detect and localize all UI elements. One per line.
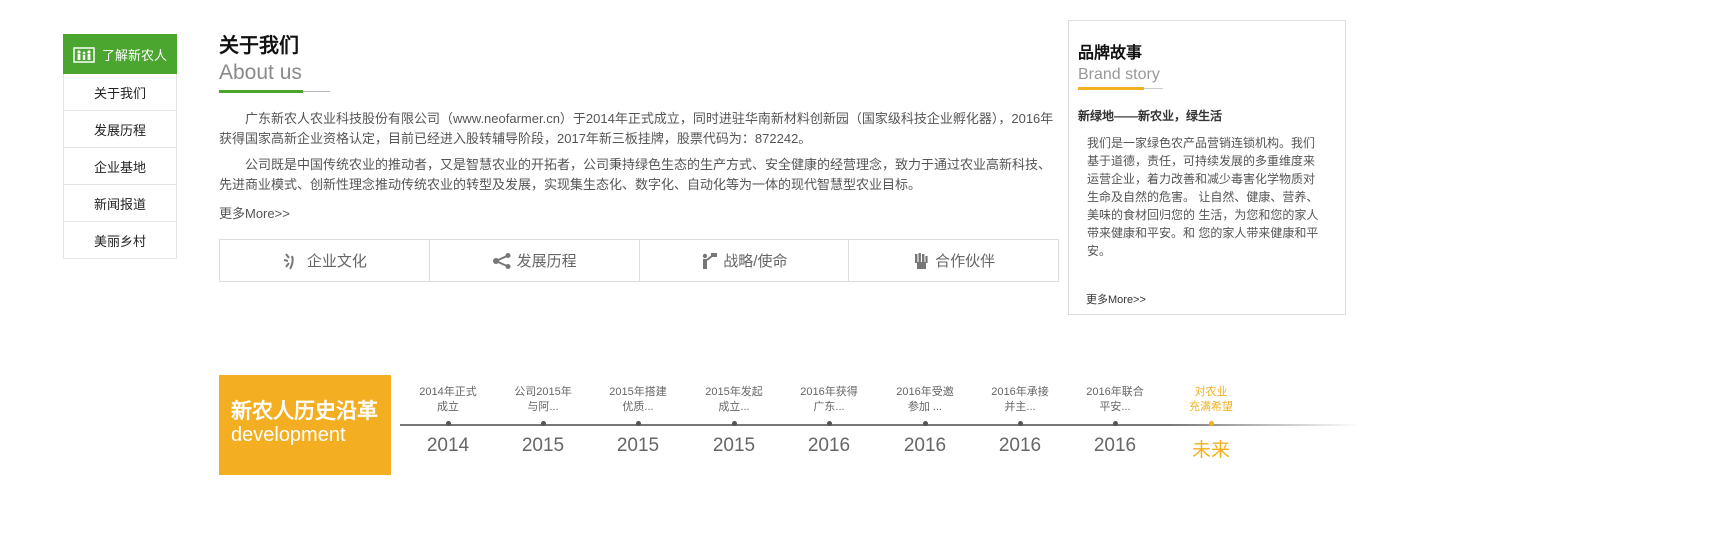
tab-strategy-label: 战略/使命 bbox=[723, 253, 788, 270]
tab-partners-label: 合作伙伴 bbox=[935, 253, 996, 270]
history-title: 新农人历史沿革 bbox=[231, 400, 378, 423]
share-icon bbox=[492, 252, 511, 269]
timeline-year: 2016 bbox=[807, 435, 851, 456]
family-icon bbox=[73, 47, 95, 63]
timeline-dot bbox=[1112, 421, 1118, 426]
timeline-text: 2016年受邀 bbox=[896, 386, 954, 398]
timeline-text: 广东... bbox=[813, 401, 845, 413]
about-more-link[interactable]: 更多More>> bbox=[219, 203, 290, 222]
timeline-item[interactable]: 2015年搭建 优质... 2015 bbox=[590, 385, 686, 457]
timeline-text: 2015年发起 bbox=[705, 386, 763, 398]
about-tabs: 企业文化 发展历程 战略/使命 合作伙伴 bbox=[219, 239, 1059, 282]
hand-icon bbox=[915, 252, 928, 269]
timeline-text: 对农业 bbox=[1194, 386, 1228, 398]
sidebar-item-news[interactable]: 新闻报道 bbox=[63, 185, 177, 222]
timeline-item[interactable]: 公司2015年 与阿... 2015 bbox=[495, 385, 591, 457]
timeline-text: 平安... bbox=[1099, 401, 1131, 413]
timeline-dot bbox=[1017, 421, 1023, 426]
sidebar-nav: 了解新农人 关于我们 发展历程 企业基地 新闻报道 美丽乡村 bbox=[63, 34, 177, 259]
timeline-text: 2014年正式 bbox=[419, 386, 477, 398]
sparkle-icon bbox=[283, 252, 294, 269]
timeline-text: 2016年承接 bbox=[991, 386, 1049, 398]
brand-story-card: 品牌故事 Brand story 新绿地——新农业，绿生活 我们是一家绿色农产品… bbox=[1068, 20, 1346, 315]
brand-slogan: 新绿地——新农业，绿生活 bbox=[1078, 109, 1223, 123]
about-paragraph-1: 广东新农人农业科技股份有限公司（www.neofarmer.cn）于2014年正… bbox=[219, 111, 1054, 146]
timeline-text: 2016年获得 bbox=[800, 386, 858, 398]
timeline-text: 与阿... bbox=[527, 401, 559, 413]
presenter-icon bbox=[703, 252, 718, 269]
timeline-dot bbox=[731, 421, 737, 426]
sidebar-header[interactable]: 了解新农人 bbox=[63, 34, 177, 74]
timeline-text: 成立 bbox=[437, 401, 459, 413]
timeline-year: 2015 bbox=[521, 435, 565, 456]
sidebar-item-village[interactable]: 美丽乡村 bbox=[63, 222, 177, 259]
timeline-item[interactable]: 2016年承接 并主... 2016 bbox=[972, 385, 1068, 457]
timeline-year: 2015 bbox=[712, 435, 756, 456]
brand-divider bbox=[1078, 87, 1163, 90]
timeline-year: 2016 bbox=[998, 435, 1042, 456]
timeline-text: 2015年搭建 bbox=[609, 386, 667, 398]
tab-culture[interactable]: 企业文化 bbox=[220, 240, 430, 281]
timeline-dot bbox=[445, 421, 451, 426]
sidebar-item-about[interactable]: 关于我们 bbox=[63, 74, 177, 111]
brand-subtitle: Brand story bbox=[1078, 66, 1160, 83]
sidebar-item-history[interactable]: 发展历程 bbox=[63, 111, 177, 148]
timeline-text: 成立... bbox=[718, 401, 750, 413]
timeline-text: 公司2015年 bbox=[514, 386, 572, 398]
tab-partners[interactable]: 合作伙伴 bbox=[849, 240, 1058, 281]
timeline-text: 优质... bbox=[622, 401, 654, 413]
timeline-item[interactable]: 2016年联合 平安... 2016 bbox=[1067, 385, 1163, 457]
timeline-year: 2015 bbox=[616, 435, 660, 456]
timeline-item[interactable]: 2015年发起 成立... 2015 bbox=[686, 385, 782, 457]
timeline-year: 2016 bbox=[903, 435, 947, 456]
tab-strategy[interactable]: 战略/使命 bbox=[640, 240, 850, 281]
sidebar-item-base[interactable]: 企业基地 bbox=[63, 148, 177, 185]
timeline-text: 2016年联合 bbox=[1086, 386, 1144, 398]
tab-culture-label: 企业文化 bbox=[306, 253, 367, 270]
tab-history-label: 发展历程 bbox=[516, 253, 577, 270]
timeline-year: 2016 bbox=[1093, 435, 1137, 456]
brand-text: 我们是一家绿色农产品营销连锁机构。我们 基于道德，责任，可持续发展的多重维度来 … bbox=[1087, 136, 1319, 258]
brand-more-link[interactable]: 更多More>> bbox=[1086, 291, 1146, 307]
timeline-dot bbox=[922, 421, 928, 426]
timeline-dot bbox=[1208, 421, 1214, 426]
timeline-dot bbox=[826, 421, 832, 426]
about-paragraph-2: 公司既是中国传统农业的推动者，又是智慧农业的开拓者，公司秉持绿色生态的生产方式、… bbox=[219, 157, 1052, 192]
timeline-year: 未来 bbox=[1191, 440, 1230, 461]
timeline-dot bbox=[635, 421, 641, 426]
timeline-text: 并主... bbox=[1004, 401, 1036, 413]
about-subtitle: About us bbox=[219, 61, 302, 84]
timeline-text: 充满希望 bbox=[1189, 401, 1233, 413]
tab-history[interactable]: 发展历程 bbox=[430, 240, 640, 281]
about-section: 关于我们 About us 广东新农人农业科技股份有限公司（www.neofar… bbox=[219, 34, 1059, 223]
timeline-item[interactable]: 2016年受邀 参加 ... 2016 bbox=[877, 385, 973, 457]
about-divider bbox=[219, 90, 330, 93]
timeline-item[interactable]: 2014年正式 成立 2014 bbox=[400, 385, 496, 457]
timeline-year: 2014 bbox=[426, 435, 470, 456]
sidebar-header-label: 了解新农人 bbox=[102, 47, 168, 63]
timeline-dot bbox=[540, 421, 546, 426]
brand-title: 品牌故事 bbox=[1078, 45, 1143, 62]
timeline-item[interactable]: 2016年获得 广东... 2016 bbox=[781, 385, 877, 457]
history-subtitle: development bbox=[231, 424, 346, 446]
history-banner: 新农人历史沿革 development bbox=[219, 375, 391, 475]
timeline-item-future[interactable]: 对农业充满希望 未来 bbox=[1163, 385, 1259, 462]
about-title: 关于我们 bbox=[219, 35, 299, 57]
timeline-text: 参加 ... bbox=[907, 401, 943, 413]
